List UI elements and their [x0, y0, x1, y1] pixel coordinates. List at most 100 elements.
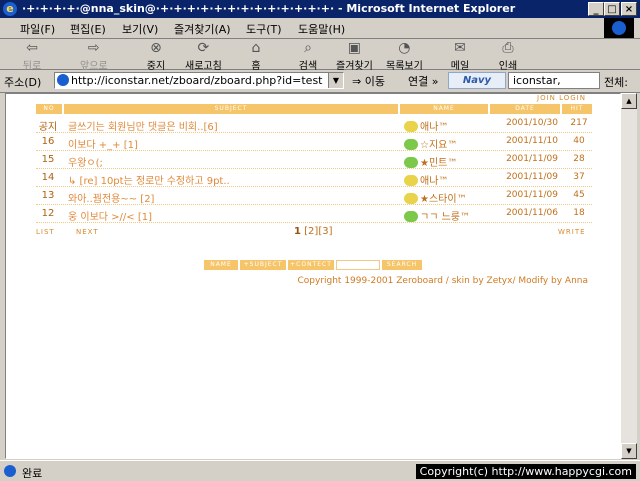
back-arrow-icon: ⇦ — [26, 40, 38, 56]
go-arrow-icon: ⇒ — [352, 75, 362, 88]
menu-file[interactable]: 파일(F) — [20, 21, 55, 37]
toolbar: ⇦ 뒤로 ⇨ 앞으로 ⊗ 중지 ⟳ 새로고침 ⌂ 홈 ⌕ 검색 ▣ 즐겨찾기 ◔… — [0, 39, 640, 72]
menu-view[interactable]: 보기(V) — [122, 21, 158, 37]
row-date: 2001/10/30 — [506, 118, 558, 128]
board-footer: Copyright 1999-2001 Zeroboard / skin by … — [297, 276, 588, 286]
author-face-icon — [404, 175, 418, 186]
table-row[interactable]: 14 ↳ [re] 10pt는 정로만 수정하고 9pt.. 애나™ 2001/… — [36, 169, 592, 187]
search-submit-button[interactable]: SEARCH — [382, 260, 422, 270]
links-button[interactable]: 연결 » — [408, 73, 438, 89]
search-contents-checkbox[interactable]: +CONTECT — [288, 260, 334, 270]
search-subject-checkbox[interactable]: +SUBJECT — [240, 260, 286, 270]
list-link[interactable]: LIST — [36, 228, 55, 236]
row-date: 2001/11/09 — [506, 154, 558, 164]
table-row[interactable]: 16 이보다 +_+ [1] ☆지요™ 2001/11/10 40 — [36, 133, 592, 151]
header-no: NO — [36, 104, 62, 114]
search-input[interactable] — [336, 260, 380, 270]
mail-button[interactable]: ✉ 메일 — [450, 40, 470, 72]
navy-logo[interactable]: Navy — [448, 72, 506, 89]
ie-logo-icon — [612, 21, 626, 35]
row-date: 2001/11/10 — [506, 136, 558, 146]
row-hit: 40 — [573, 136, 585, 146]
row-author-name: ★스타이™ — [420, 194, 467, 205]
table-row[interactable]: 12 웅 이보다 >//< [1] ㄱㄱ 느룽™ 2001/11/06 18 — [36, 205, 592, 223]
page-2-link[interactable]: [2] — [304, 226, 318, 237]
row-no: 15 — [41, 154, 55, 165]
close-button[interactable]: × — [621, 2, 637, 16]
copyright-banner: Copyright(c) http://www.happycgi.com — [415, 464, 636, 479]
menu-help[interactable]: 도움말(H) — [298, 21, 345, 37]
row-subject[interactable]: ↳ [re] 10pt는 정로만 수정하고 9pt.. — [68, 172, 230, 187]
header-date: DATE — [490, 104, 560, 114]
menu-edit[interactable]: 편집(E) — [70, 21, 106, 37]
address-bar: 주소(D) http://iconstar.net/zboard/zboard.… — [0, 70, 640, 93]
pager: 1 [2][3] — [294, 226, 333, 237]
row-author-name: ㄱㄱ 느룽™ — [420, 212, 470, 223]
join-login-link[interactable]: JOIN LOGIN — [537, 94, 586, 102]
navy-search-input[interactable]: iconstar, — [508, 72, 600, 89]
row-subject[interactable]: 우왕ㅇ(; — [68, 154, 103, 169]
vertical-scrollbar[interactable]: ▲ ▼ — [621, 93, 637, 459]
menu-favorites[interactable]: 즐겨찾기(A) — [174, 21, 231, 37]
row-author[interactable]: ㄱㄱ 느룽™ — [404, 208, 470, 223]
status-text: 완료 — [22, 467, 43, 480]
row-no: 12 — [41, 208, 55, 219]
refresh-icon: ⟳ — [197, 40, 210, 56]
row-author[interactable]: 애나™ — [404, 118, 448, 133]
address-url: http://iconstar.net/zboard/zboard.php?id… — [71, 74, 323, 87]
page-current: 1 — [294, 226, 301, 237]
board-nav: LIST NEXT 1 [2][3] WRITE — [36, 226, 592, 240]
forward-button[interactable]: ⇨ 앞으로 — [80, 40, 108, 72]
table-header: NO SUBJECT NAME DATE HIT — [36, 104, 592, 114]
row-subject[interactable]: 와아..꿤전용~~ [2] — [68, 190, 154, 205]
header-subject: SUBJECT — [64, 104, 398, 114]
next-link[interactable]: NEXT — [76, 228, 99, 236]
table-row[interactable]: 13 와아..꿤전용~~ [2] ★스타이™ 2001/11/09 45 — [36, 187, 592, 205]
row-subject[interactable]: 웅 이보다 >//< [1] — [68, 208, 152, 223]
print-icon: ⎙ — [502, 40, 514, 56]
window-title: ·+·+·+·+·@nna_skin@·+·+·+·+·+·+·+·+·+·+·… — [22, 2, 516, 15]
row-date: 2001/11/06 — [506, 208, 558, 218]
go-label: 이동 — [364, 75, 385, 88]
page-3-link[interactable]: [3] — [318, 226, 332, 237]
menu-tools[interactable]: 도구(T) — [246, 21, 282, 37]
row-author[interactable]: ★민트™ — [404, 154, 457, 169]
address-dropdown-icon[interactable]: ▼ — [328, 73, 343, 88]
write-link[interactable]: WRITE — [558, 228, 586, 236]
row-no: 16 — [41, 136, 55, 147]
home-icon: ⌂ — [251, 40, 261, 56]
stop-button[interactable]: ⊗ 중지 — [146, 40, 166, 72]
row-subject[interactable]: 글쓰기는 회원님만 댓글은 비회..[6] — [68, 118, 218, 133]
scroll-up-icon[interactable]: ▲ — [621, 93, 637, 109]
mail-icon: ✉ — [454, 40, 466, 56]
scroll-down-icon[interactable]: ▼ — [621, 443, 637, 459]
minimize-button[interactable]: _ — [588, 2, 604, 16]
row-author[interactable]: ☆지요™ — [404, 136, 457, 151]
back-button[interactable]: ⇦ 뒤로 — [22, 40, 42, 72]
author-face-icon — [404, 211, 418, 222]
row-author[interactable]: 애나™ — [404, 172, 448, 187]
row-subject[interactable]: 이보다 +_+ [1] — [68, 136, 138, 151]
row-author[interactable]: ★스타이™ — [404, 190, 467, 205]
row-hit: 18 — [573, 208, 585, 218]
ie-icon: e — [3, 2, 17, 16]
page-content: JOIN LOGIN NO SUBJECT NAME DATE HIT 공지 글… — [5, 93, 621, 459]
status-bar: 완료 Copyright(c) http://www.happycgi.com — [0, 460, 640, 481]
address-label: 주소(D) — [4, 76, 42, 89]
history-icon: ◔ — [398, 40, 411, 56]
refresh-button[interactable]: ⟳ 새로고침 — [185, 40, 222, 72]
address-input[interactable]: http://iconstar.net/zboard/zboard.php?id… — [54, 72, 344, 89]
favorites-button[interactable]: ▣ 즐겨찾기 — [336, 40, 373, 72]
author-face-icon — [404, 157, 418, 168]
home-button[interactable]: ⌂ 홈 — [246, 40, 266, 72]
maximize-button[interactable]: □ — [604, 2, 620, 16]
table-row[interactable]: 15 우왕ㅇ(; ★민트™ 2001/11/09 28 — [36, 151, 592, 169]
search-name-checkbox[interactable]: NAME — [204, 260, 238, 270]
print-button[interactable]: ⎙ 인쇄 — [498, 40, 518, 72]
history-button[interactable]: ◔ 목록보기 — [386, 40, 423, 72]
table-row[interactable]: 공지 글쓰기는 회원님만 댓글은 비회..[6] 애나™ 2001/10/30 … — [36, 115, 592, 133]
row-date: 2001/11/09 — [506, 172, 558, 182]
go-button[interactable]: ⇒ 이동 — [352, 73, 385, 89]
page-icon — [57, 74, 69, 86]
search-button[interactable]: ⌕ 검색 — [298, 40, 318, 72]
